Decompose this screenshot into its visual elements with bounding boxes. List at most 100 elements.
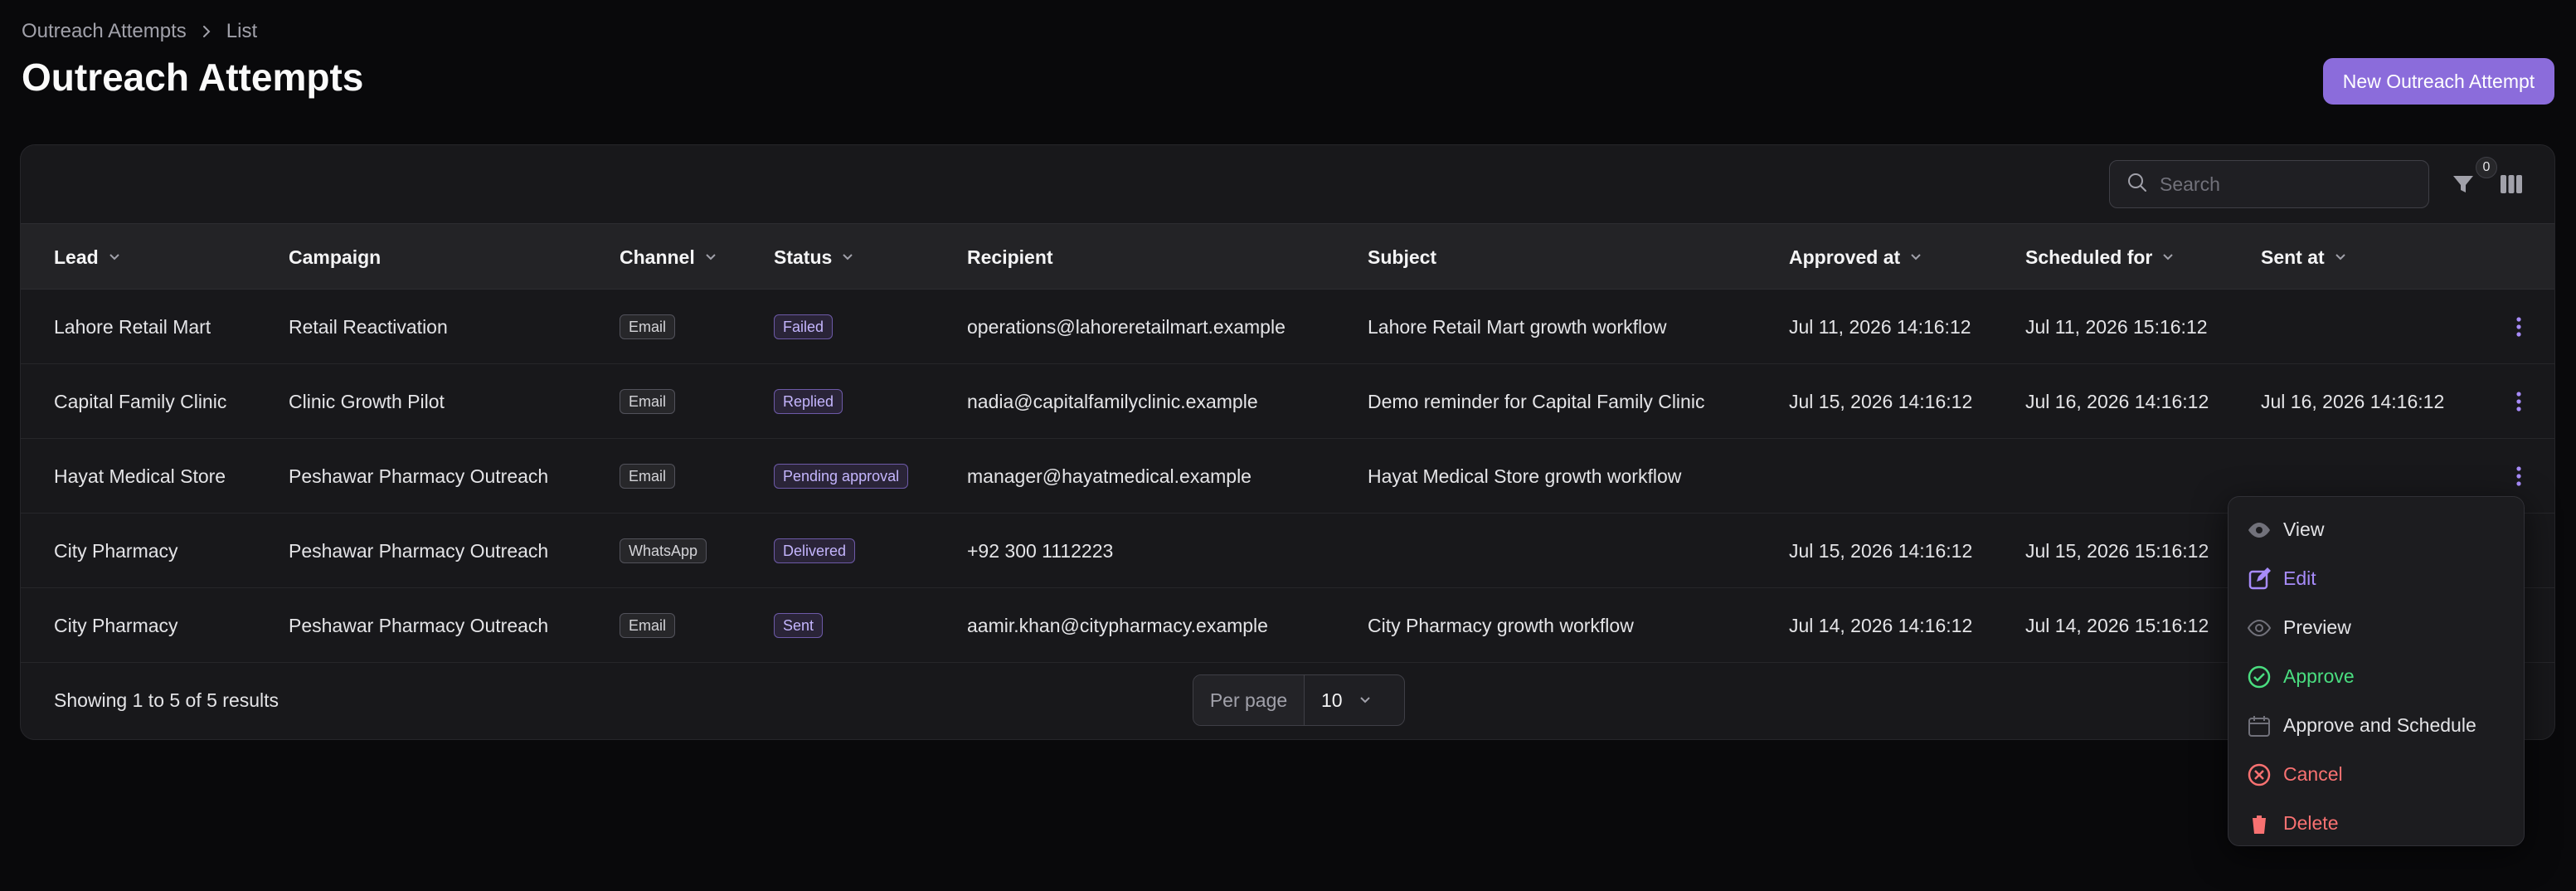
menu-item-edit[interactable]: Edit xyxy=(2228,554,2524,603)
cell-lead: City Pharmacy xyxy=(54,614,178,636)
page-title: Outreach Attempts xyxy=(22,56,364,99)
cell-subject: Hayat Medical Store growth workflow xyxy=(1368,465,1682,487)
x-circle-icon xyxy=(2247,762,2272,787)
filter-icon[interactable] xyxy=(2449,170,2477,198)
menu-item-approve-and-schedule[interactable]: Approve and Schedule xyxy=(2228,701,2524,750)
chevron-right-icon xyxy=(198,23,215,40)
cell-channel: Email xyxy=(620,364,676,439)
table-row[interactable]: City Pharmacy Peshawar Pharmacy Outreach E… xyxy=(21,588,2554,663)
row-actions-menu: View Edit Preview Approve Approve and Sc… xyxy=(2228,496,2525,846)
cell-scheduled-for: Jul 14, 2026 15:16:12 xyxy=(2025,614,2209,636)
cell-channel: Email xyxy=(620,439,676,514)
cell-channel: Email xyxy=(620,588,676,663)
status-badge: Pending approval xyxy=(774,464,909,489)
column-header-approved-at[interactable]: Approved at xyxy=(1789,224,1923,290)
cell-approved-at: Jul 15, 2026 14:16:12 xyxy=(1789,539,1973,562)
per-page-select[interactable]: Per page 10 xyxy=(1193,674,1405,726)
cell-scheduled-for: Jul 15, 2026 15:16:12 xyxy=(2025,539,2209,562)
channel-badge: Email xyxy=(620,464,676,489)
cell-status: Failed xyxy=(774,290,834,364)
chevron-down-icon xyxy=(107,246,122,269)
table-row[interactable]: Lahore Retail Mart Retail Reactivation Ema… xyxy=(21,290,2554,364)
channel-badge: Email xyxy=(620,613,676,638)
cell-scheduled-for: Jul 11, 2026 15:16:12 xyxy=(2025,315,2208,338)
chevron-down-icon xyxy=(2333,246,2348,269)
cell-recipient: +92 300 1112223 xyxy=(967,539,1114,562)
column-header-campaign: Campaign xyxy=(289,246,382,268)
per-page-label: Per page xyxy=(1193,675,1305,725)
pencil-square-icon xyxy=(2247,567,2272,592)
menu-item-preview[interactable]: Preview xyxy=(2228,603,2524,652)
column-header-status[interactable]: Status xyxy=(774,224,855,290)
results-summary: Showing 1 to 5 of 5 results xyxy=(54,689,279,711)
table-row[interactable]: Hayat Medical Store Peshawar Pharmacy Out… xyxy=(21,439,2554,514)
cell-status: Delivered xyxy=(774,514,856,588)
cell-approved-at: Jul 11, 2026 14:16:12 xyxy=(1789,315,1971,338)
trash-icon xyxy=(2247,811,2272,836)
breadcrumb-current: List xyxy=(226,20,258,42)
columns-toggle-icon[interactable] xyxy=(2497,170,2525,198)
breadcrumb-parent-link[interactable]: Outreach Attempts xyxy=(22,20,187,43)
table-header: Lead Campaign Channel Status Recipient S… xyxy=(21,223,2554,290)
channel-badge: WhatsApp xyxy=(620,538,707,563)
filter-count-badge: 0 xyxy=(2476,157,2497,178)
cell-lead: Hayat Medical Store xyxy=(54,465,226,487)
cell-campaign: Peshawar Pharmacy Outreach xyxy=(289,539,549,562)
chevron-down-icon xyxy=(1908,246,1923,269)
table-row[interactable]: City Pharmacy Peshawar Pharmacy Outreach W… xyxy=(21,514,2554,588)
search-icon xyxy=(2126,172,2148,197)
row-actions-kebab-icon[interactable] xyxy=(2506,364,2531,439)
cell-campaign: Peshawar Pharmacy Outreach xyxy=(289,465,549,487)
search-input[interactable] xyxy=(2160,173,2408,196)
table-panel: 0 Lead Campaign Channel Status Recipient… xyxy=(20,144,2555,740)
column-header-channel[interactable]: Channel xyxy=(620,224,718,290)
new-outreach-attempt-button[interactable]: New Outreach Attempt xyxy=(2323,58,2554,105)
menu-item-delete[interactable]: Delete xyxy=(2228,799,2524,848)
channel-badge: Email xyxy=(620,314,676,339)
status-badge: Replied xyxy=(774,389,843,414)
channel-badge: Email xyxy=(620,389,676,414)
cell-recipient: aamir.khan@citypharmacy.example xyxy=(967,614,1268,636)
cell-status: Sent xyxy=(774,588,824,663)
status-badge: Failed xyxy=(774,314,834,339)
chevron-down-icon xyxy=(840,246,855,269)
cell-subject: Lahore Retail Mart growth workflow xyxy=(1368,315,1667,338)
status-badge: Sent xyxy=(774,613,824,638)
column-header-sent-at[interactable]: Sent at xyxy=(2261,224,2348,290)
status-badge: Delivered xyxy=(774,538,856,563)
calendar-icon xyxy=(2247,713,2272,738)
chevron-down-icon xyxy=(703,246,718,269)
menu-item-cancel[interactable]: Cancel xyxy=(2228,750,2524,799)
cell-campaign: Peshawar Pharmacy Outreach xyxy=(289,614,549,636)
cell-subject: City Pharmacy growth workflow xyxy=(1368,614,1634,636)
check-circle-icon xyxy=(2247,665,2272,689)
table-footer: Showing 1 to 5 of 5 results Per page 10 xyxy=(21,660,2554,739)
column-header-recipient: Recipient xyxy=(967,246,1053,268)
cell-campaign: Clinic Growth Pilot xyxy=(289,390,445,412)
cell-recipient: nadia@capitalfamilyclinic.example xyxy=(967,390,1258,412)
search-box[interactable] xyxy=(2109,160,2429,208)
menu-item-view[interactable]: View xyxy=(2228,505,2524,554)
table-row[interactable]: Capital Family Clinic Clinic Growth Pilot… xyxy=(21,364,2554,439)
cell-lead: Capital Family Clinic xyxy=(54,390,227,412)
cell-approved-at: Jul 14, 2026 14:16:12 xyxy=(1789,614,1973,636)
cell-channel: WhatsApp xyxy=(620,514,707,588)
cell-scheduled-for: Jul 16, 2026 14:16:12 xyxy=(2025,390,2209,412)
table-toolbar: 0 xyxy=(21,145,2554,223)
eye-icon xyxy=(2247,518,2272,543)
cell-lead: Lahore Retail Mart xyxy=(54,315,211,338)
per-page-value[interactable]: 10 xyxy=(1305,675,1404,725)
cell-subject: Demo reminder for Capital Family Clinic xyxy=(1368,390,1705,412)
cell-status: Replied xyxy=(774,364,843,439)
cell-recipient: operations@lahoreretailmart.example xyxy=(967,315,1286,338)
column-header-scheduled-for[interactable]: Scheduled for xyxy=(2025,224,2175,290)
cell-campaign: Retail Reactivation xyxy=(289,315,448,338)
cell-recipient: manager@hayatmedical.example xyxy=(967,465,1252,487)
column-header-lead[interactable]: Lead xyxy=(54,224,122,290)
row-actions-kebab-icon[interactable] xyxy=(2506,290,2531,364)
menu-item-approve[interactable]: Approve xyxy=(2228,652,2524,701)
column-header-subject: Subject xyxy=(1368,246,1437,268)
cell-sent-at: Jul 16, 2026 14:16:12 xyxy=(2261,390,2445,412)
chevron-down-icon xyxy=(2160,246,2175,269)
chevron-down-icon xyxy=(1358,689,1373,712)
